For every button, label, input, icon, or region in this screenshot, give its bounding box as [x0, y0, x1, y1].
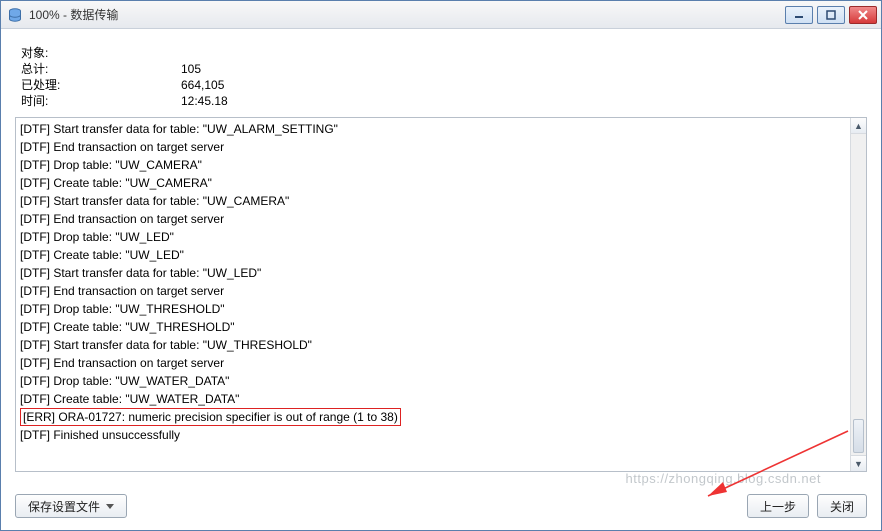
summary-value-total: 105 — [181, 61, 201, 77]
window-title: 100% - 数据传输 — [29, 6, 779, 23]
close-window-button[interactable] — [849, 6, 877, 24]
log-line: [DTF] Drop table: "UW_CAMERA" — [20, 156, 846, 174]
log-line: [DTF] Start transfer data for table: "UW… — [20, 336, 846, 354]
log-line: [DTF] Create table: "UW_CAMERA" — [20, 174, 846, 192]
log-line: [DTF] End transaction on target server — [20, 354, 846, 372]
log-line-error: [ERR] ORA-01727: numeric precision speci… — [20, 408, 846, 426]
prev-step-label: 上一步 — [760, 498, 796, 515]
summary-value-processed: 664,105 — [181, 77, 224, 93]
database-icon — [7, 7, 23, 23]
log-list[interactable]: [DTF] Start transfer data for table: "UW… — [16, 118, 850, 471]
log-line: [DTF] Start transfer data for table: "UW… — [20, 120, 846, 138]
error-highlight: [ERR] ORA-01727: numeric precision speci… — [20, 408, 401, 426]
log-line: [DTF] Start transfer data for table: "UW… — [20, 192, 846, 210]
prev-step-button[interactable]: 上一步 — [747, 494, 809, 518]
scroll-down-button[interactable]: ▼ — [851, 455, 867, 471]
save-settings-button[interactable]: 保存设置文件 — [15, 494, 127, 518]
dialog-window: 100% - 数据传输 对象: 总计: 105 已处理: — [0, 0, 882, 531]
log-line: [DTF] Create table: "UW_THRESHOLD" — [20, 318, 846, 336]
footer-bar: 保存设置文件 上一步 关闭 — [1, 484, 881, 530]
chevron-down-icon — [106, 504, 114, 509]
save-settings-label: 保存设置文件 — [28, 498, 100, 515]
summary-value-time: 12:45.18 — [181, 93, 228, 109]
summary-label-object: 对象: — [21, 45, 181, 61]
minimize-button[interactable] — [785, 6, 813, 24]
log-line: [DTF] Create table: "UW_WATER_DATA" — [20, 390, 846, 408]
scroll-track[interactable] — [851, 134, 866, 455]
log-panel: [DTF] Start transfer data for table: "UW… — [15, 117, 867, 472]
close-button[interactable]: 关闭 — [817, 494, 867, 518]
maximize-button[interactable] — [817, 6, 845, 24]
log-line: [DTF] Drop table: "UW_THRESHOLD" — [20, 300, 846, 318]
log-line: [DTF] End transaction on target server — [20, 210, 846, 228]
close-button-label: 关闭 — [830, 498, 854, 515]
titlebar: 100% - 数据传输 — [1, 1, 881, 29]
scroll-thumb[interactable] — [853, 419, 864, 453]
log-line: [DTF] End transaction on target server — [20, 138, 846, 156]
summary-label-processed: 已处理: — [21, 77, 181, 93]
window-buttons — [785, 6, 877, 24]
summary-block: 对象: 总计: 105 已处理: 664,105 时间: 12:45.18 — [21, 45, 861, 109]
log-scrollbar[interactable]: ▲ ▼ — [850, 118, 866, 471]
log-line: [DTF] End transaction on target server — [20, 282, 846, 300]
summary-label-time: 时间: — [21, 93, 181, 109]
summary-label-total: 总计: — [21, 61, 181, 77]
log-line: [DTF] Create table: "UW_LED" — [20, 246, 846, 264]
log-line: [DTF] Drop table: "UW_WATER_DATA" — [20, 372, 846, 390]
scroll-up-button[interactable]: ▲ — [851, 118, 867, 134]
log-line: [DTF] Drop table: "UW_LED" — [20, 228, 846, 246]
log-line: [DTF] Start transfer data for table: "UW… — [20, 264, 846, 282]
log-line-final: [DTF] Finished unsuccessfully — [20, 426, 846, 444]
content-area: 对象: 总计: 105 已处理: 664,105 时间: 12:45.18 [D… — [1, 29, 881, 484]
